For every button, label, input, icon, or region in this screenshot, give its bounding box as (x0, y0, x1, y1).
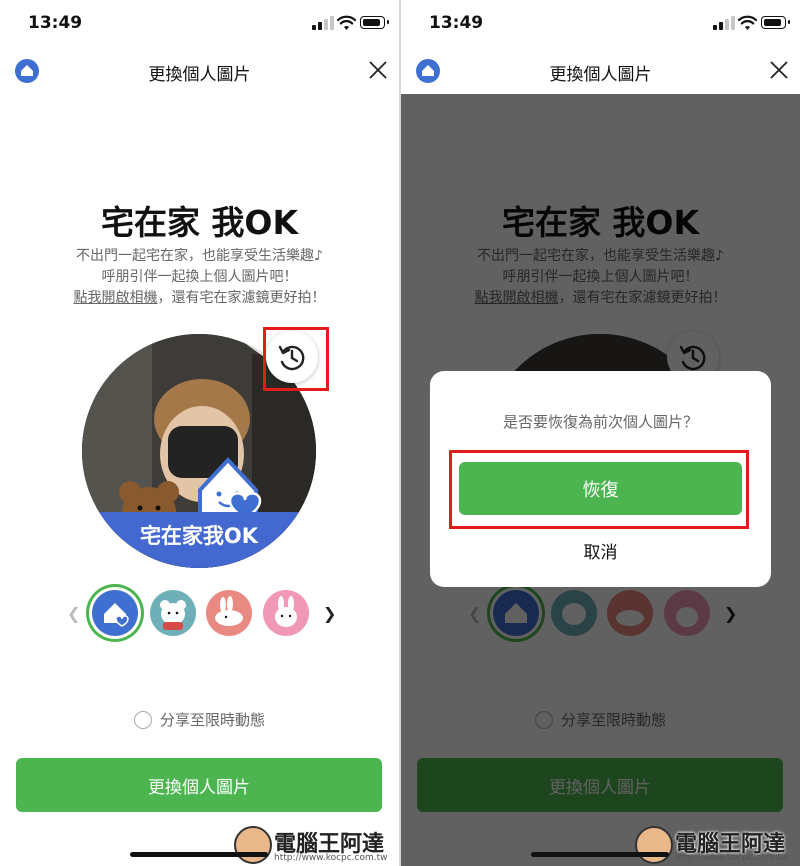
header: 更換個人圖片 (401, 46, 800, 94)
cellular-signal-icon (713, 16, 735, 30)
battery-icon (761, 16, 790, 29)
house-heart-icon (104, 603, 129, 627)
screenshot-comparison: 13:49 更換個人圖片 宅在家 我OK 不出門一起宅在家，也能享受生活樂趣♪ … (0, 0, 800, 866)
change-profile-image-button[interactable]: 更換個人圖片 (16, 758, 382, 812)
promo-title: 宅在家 我OK (100, 203, 299, 242)
phone-screen-left: 13:49 更換個人圖片 宅在家 我OK 不出門一起宅在家，也能享受生活樂趣♪ … (0, 0, 399, 866)
home-indicator (130, 852, 268, 857)
open-camera-link[interactable]: 點我開啟相機 (74, 290, 158, 306)
close-icon[interactable] (769, 60, 789, 80)
avatar-banner-text: 宅在家我OK (139, 524, 259, 548)
highlight-confirm-button (449, 450, 749, 529)
header-title: 更換個人圖片 (148, 65, 251, 85)
promo-line-2: 呼朋引伴一起換上個人圖片吧！ (101, 269, 298, 285)
chevron-left-icon[interactable]: ❮ (67, 604, 80, 623)
promo-line-1: 不出門一起宅在家，也能享受生活樂趣♪ (76, 248, 323, 264)
filter-option-rabbit-lying[interactable] (206, 590, 252, 636)
phone-screen-right: 13:49 更換個人圖片 宅在家 我OK 不出門一起宅在家，也能享受生活樂趣♪ … (401, 0, 800, 866)
filter-option-house[interactable] (92, 590, 138, 636)
close-icon[interactable] (368, 60, 388, 80)
home-indicator (531, 852, 669, 857)
chevron-right-icon[interactable]: ❯ (323, 604, 336, 623)
promo-description: 不出門一起宅在家，也能享受生活樂趣♪ 呼朋引伴一起換上個人圖片吧！ 點我開啟相機… (0, 246, 399, 309)
promo-line-3-rest: ，還有宅在家濾鏡更好拍！ (157, 290, 326, 306)
highlight-restore-button (263, 327, 329, 391)
rabbit-icon (275, 596, 297, 627)
status-time: 13:49 (28, 13, 83, 33)
watermark: 電腦王阿達 http://www.kocpc.com.tw (234, 824, 399, 866)
share-to-story-option[interactable]: 分享至限時動態 (0, 709, 399, 730)
promo-line-3: 點我開啟相機，還有宅在家濾鏡更好拍！ (0, 288, 399, 309)
filter-option-rabbit[interactable] (263, 590, 309, 636)
bear-icon (160, 600, 186, 630)
wifi-icon (738, 15, 757, 30)
watermark-face-icon (234, 826, 272, 864)
rabbit-lying-icon (215, 596, 243, 626)
filter-option-bear[interactable] (150, 590, 196, 636)
watermark-url: http://www.kocpc.com.tw (274, 853, 388, 863)
checkbox-icon[interactable] (133, 710, 152, 729)
status-bar: 13:49 (0, 0, 399, 46)
cancel-button[interactable]: 取消 (430, 538, 771, 563)
watermark-url: http://www.kocpc.com.tw (675, 853, 789, 863)
share-label: 分享至限時動態 (159, 711, 265, 729)
header: 更換個人圖片 (0, 46, 399, 94)
watermark-face-icon (635, 826, 673, 864)
header-title: 更換個人圖片 (549, 65, 652, 85)
cellular-signal-icon (312, 16, 334, 30)
wifi-icon (337, 15, 356, 30)
battery-icon (360, 16, 389, 29)
status-bar: 13:49 (401, 0, 800, 46)
status-time: 13:49 (429, 13, 484, 33)
dialog-message: 是否要恢復為前次個人圖片？ (502, 413, 698, 431)
watermark: 電腦王阿達 http://www.kocpc.com.tw (635, 824, 800, 866)
